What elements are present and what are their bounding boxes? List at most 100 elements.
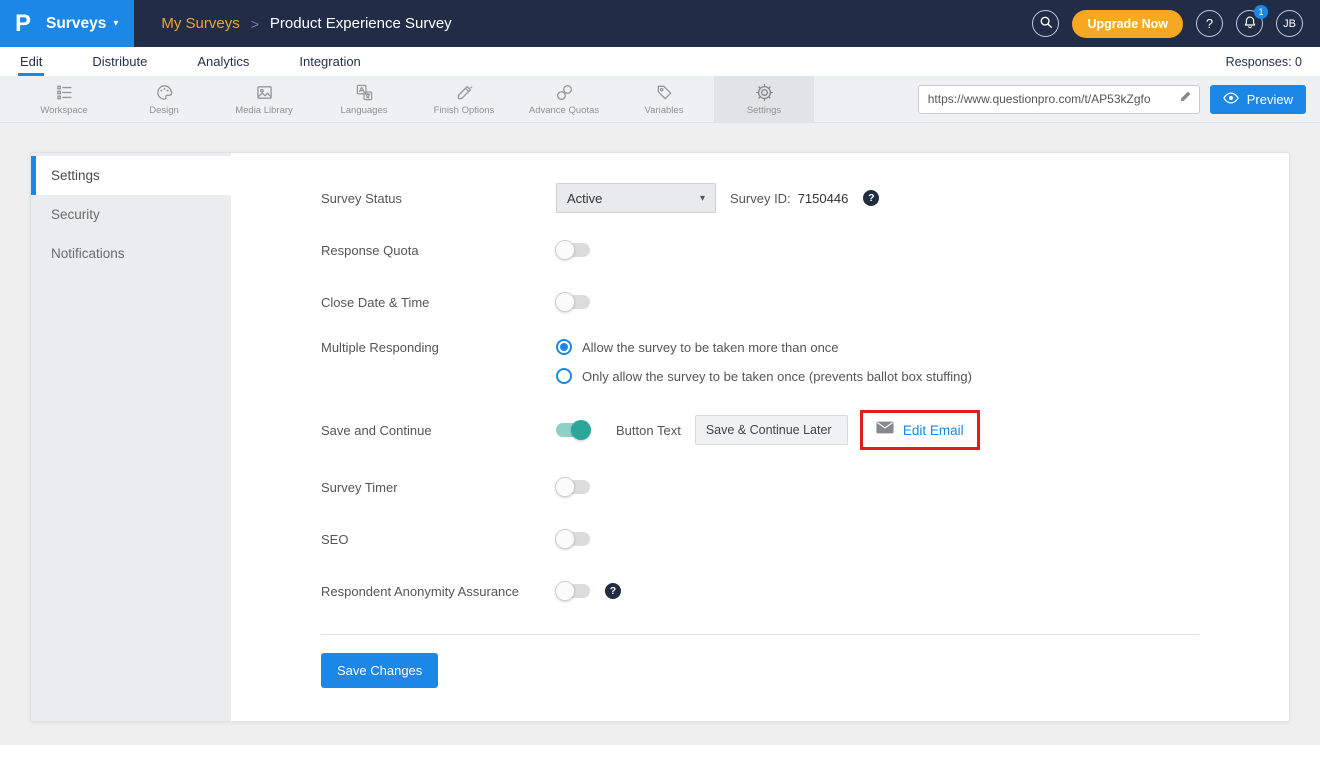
seo-label: SEO	[321, 532, 556, 547]
questionpro-logo: P	[0, 0, 46, 47]
radio-button-selected[interactable]	[556, 339, 572, 355]
preview-button[interactable]: Preview	[1210, 85, 1306, 114]
avatar[interactable]: JB	[1276, 10, 1303, 37]
anonymity-toggle[interactable]	[556, 584, 590, 598]
radio-button[interactable]	[556, 368, 572, 384]
form-divider	[321, 634, 1199, 635]
response-quota-toggle[interactable]	[556, 243, 590, 257]
survey-id-label: Survey ID:	[730, 191, 791, 206]
survey-url-box	[918, 85, 1200, 114]
sidebar-item-settings[interactable]: Settings	[31, 156, 231, 195]
toggle-knob	[555, 240, 575, 260]
topbar-actions: Upgrade Now ? 1 JB	[1032, 10, 1320, 38]
toolbar-item-workspace[interactable]: Workspace	[14, 76, 114, 122]
search-button[interactable]	[1032, 10, 1059, 37]
tab-distribute[interactable]: Distribute	[90, 47, 149, 76]
survey-id-value: 7150446	[798, 191, 849, 206]
survey-status-row: Survey Status Active ▾ Survey ID: 715044…	[321, 183, 1289, 213]
notification-badge: 1	[1254, 5, 1268, 19]
eye-icon	[1223, 92, 1239, 107]
survey-id-help-icon[interactable]: ?	[863, 190, 879, 206]
toolbar-right: Preview	[918, 76, 1306, 122]
edit-url-pencil-icon[interactable]	[1179, 90, 1192, 108]
chevron-down-icon: ▾	[700, 193, 705, 204]
page-title: Product Experience Survey	[270, 15, 452, 32]
bell-icon	[1243, 15, 1257, 33]
radio-option-once[interactable]: Only allow the survey to be taken once (…	[556, 368, 972, 384]
envelope-icon	[876, 421, 894, 439]
survey-status-value: Active	[567, 191, 602, 206]
breadcrumb-separator: >	[251, 16, 259, 32]
anonymity-help-icon[interactable]: ?	[605, 583, 621, 599]
save-and-continue-row: Save and Continue Button Text Edit Email	[321, 410, 1289, 450]
toolbar-item-design[interactable]: Design	[114, 76, 214, 122]
radio-option-multiple[interactable]: Allow the survey to be taken more than o…	[556, 339, 972, 355]
media-library-icon	[255, 83, 274, 102]
save-changes-button[interactable]: Save Changes	[321, 653, 438, 688]
settings-card: Settings Security Notifications Survey S…	[30, 152, 1290, 722]
toggle-knob	[571, 420, 591, 440]
tab-analytics[interactable]: Analytics	[195, 47, 251, 76]
workspace-icon	[55, 83, 74, 102]
anonymity-label: Respondent Anonymity Assurance	[321, 584, 556, 599]
seo-toggle[interactable]	[556, 532, 590, 546]
search-icon	[1039, 15, 1053, 32]
toggle-knob	[555, 529, 575, 549]
question-mark-icon: ?	[1206, 16, 1213, 31]
toolbar-item-advance-quotas[interactable]: Advance Quotas	[514, 76, 614, 122]
survey-status-label: Survey Status	[321, 191, 556, 206]
close-date-toggle[interactable]	[556, 295, 590, 309]
toggle-knob	[555, 477, 575, 497]
survey-timer-label: Survey Timer	[321, 480, 556, 495]
design-icon	[155, 83, 174, 102]
toolbar-item-variables[interactable]: Variables	[614, 76, 714, 122]
anonymity-row: Respondent Anonymity Assurance ?	[321, 576, 1289, 606]
page-background: Settings Security Notifications Survey S…	[0, 123, 1320, 745]
responses-count: Responses: 0	[1226, 47, 1302, 76]
close-date-label: Close Date & Time	[321, 295, 556, 310]
settings-sidebar: Settings Security Notifications	[31, 153, 231, 721]
button-text-label: Button Text	[616, 423, 681, 438]
toggle-knob	[555, 581, 575, 601]
settings-icon	[755, 83, 774, 102]
languages-icon	[355, 83, 374, 102]
toolbar-item-languages[interactable]: Languages	[314, 76, 414, 122]
app-menu-label: Surveys	[46, 15, 106, 33]
settings-content: Survey Status Active ▾ Survey ID: 715044…	[231, 153, 1289, 721]
multiple-responding-row: Multiple Responding Allow the survey to …	[321, 339, 1289, 384]
tab-integration[interactable]: Integration	[297, 47, 362, 76]
variables-icon	[655, 83, 674, 102]
sidebar-item-security[interactable]: Security	[31, 195, 231, 234]
upgrade-now-button[interactable]: Upgrade Now	[1072, 10, 1183, 38]
survey-url-input[interactable]	[919, 92, 1179, 106]
toolbar-item-finish-options[interactable]: Finish Options	[414, 76, 514, 122]
top-bar: P Surveys ▾ My Surveys > Product Experie…	[0, 0, 1320, 47]
multiple-responding-options: Allow the survey to be taken more than o…	[556, 339, 972, 384]
seo-row: SEO	[321, 524, 1289, 554]
sidebar-item-notifications[interactable]: Notifications	[31, 234, 231, 273]
save-and-continue-label: Save and Continue	[321, 423, 556, 438]
button-text-input[interactable]	[695, 415, 848, 445]
logo-letter: P	[15, 10, 31, 38]
survey-status-select[interactable]: Active ▾	[556, 183, 716, 213]
app-menu-surveys[interactable]: P Surveys ▾	[0, 0, 134, 47]
response-quota-label: Response Quota	[321, 243, 556, 258]
toolbar-item-settings[interactable]: Settings	[714, 76, 814, 122]
tab-edit[interactable]: Edit	[18, 47, 44, 76]
finish-options-icon	[455, 83, 474, 102]
edit-email-link[interactable]: Edit Email	[903, 423, 964, 438]
edit-toolbar: Workspace Design Media Library Languages…	[0, 76, 1320, 123]
breadcrumb: My Surveys > Product Experience Survey	[161, 15, 451, 32]
advance-quotas-icon	[555, 83, 574, 102]
response-quota-row: Response Quota	[321, 235, 1289, 265]
notifications-button[interactable]: 1	[1236, 10, 1263, 37]
toolbar-item-media-library[interactable]: Media Library	[214, 76, 314, 122]
preview-label: Preview	[1247, 92, 1293, 107]
toggle-knob	[555, 292, 575, 312]
help-button[interactable]: ?	[1196, 10, 1223, 37]
edit-email-annotation-box[interactable]: Edit Email	[860, 410, 980, 450]
save-and-continue-toggle[interactable]	[556, 423, 590, 437]
breadcrumb-my-surveys[interactable]: My Surveys	[161, 15, 239, 32]
survey-timer-toggle[interactable]	[556, 480, 590, 494]
close-date-row: Close Date & Time	[321, 287, 1289, 317]
